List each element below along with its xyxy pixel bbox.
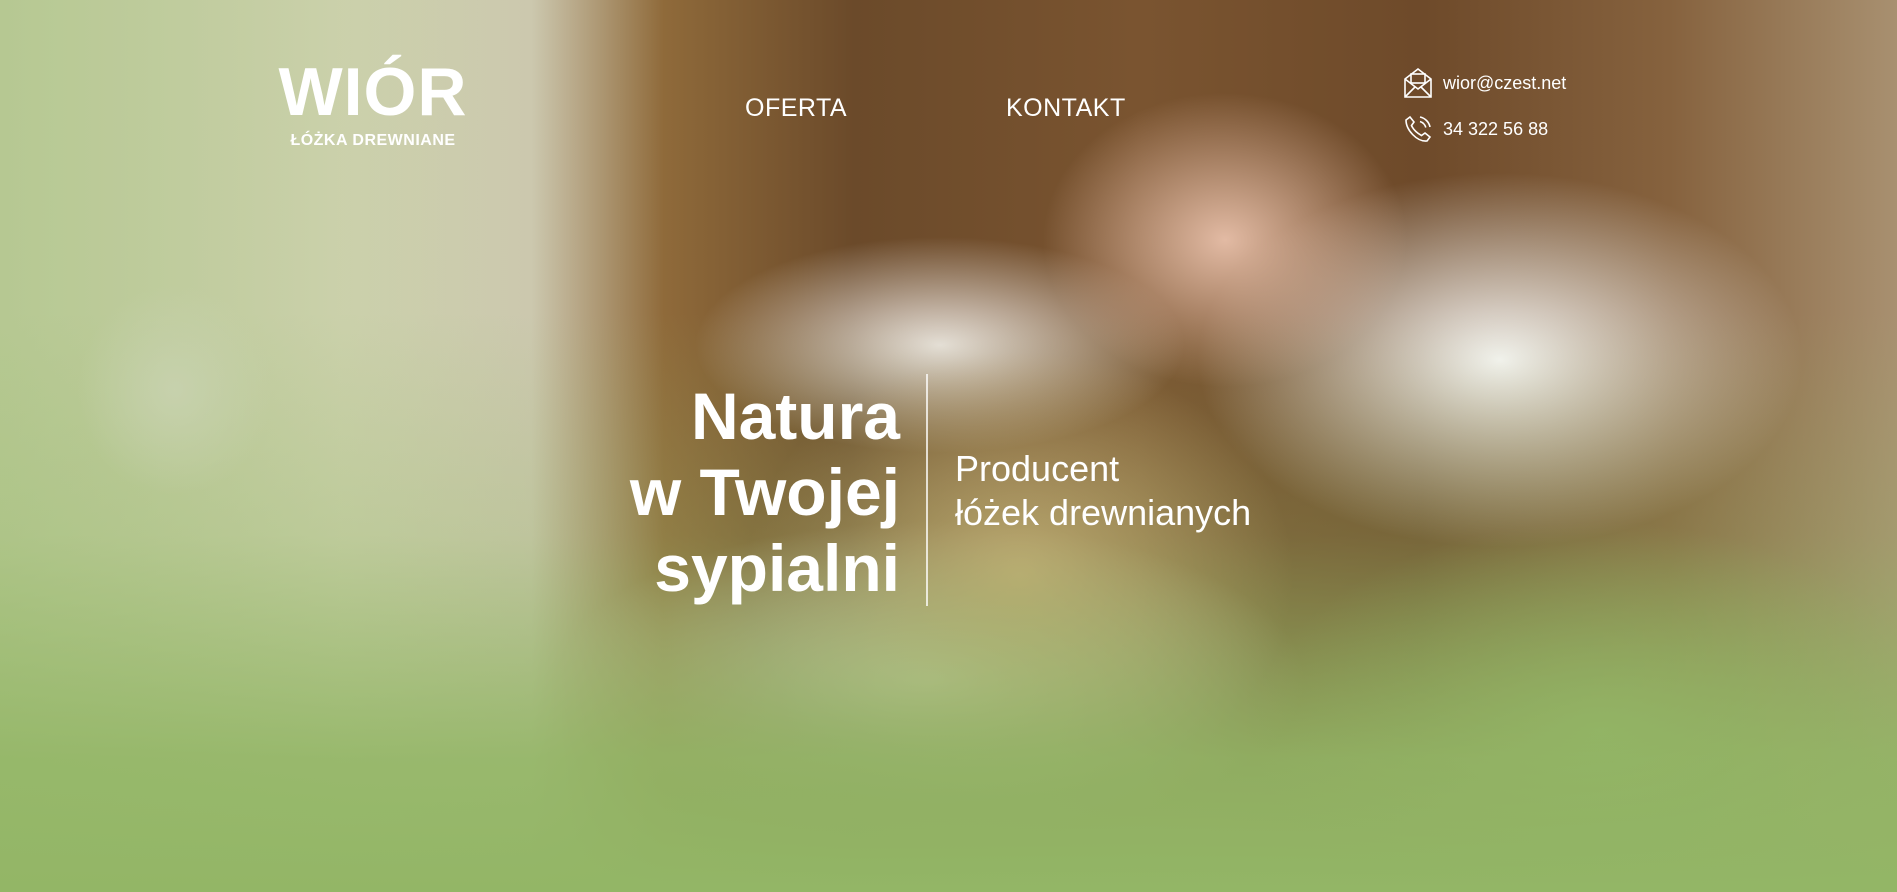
hero-tagline: Producent łóżek drewnianych bbox=[955, 447, 1251, 535]
tagline-line-2: łóżek drewnianych bbox=[955, 492, 1252, 533]
phone-icon bbox=[1405, 115, 1432, 142]
nav-item-kontakt[interactable]: KONTAKT bbox=[1006, 94, 1126, 123]
contact-email[interactable]: wior@czest.net bbox=[1443, 73, 1566, 94]
logo-title: WIÓR bbox=[278, 54, 468, 130]
hero-headline: Natura w Twojej sypialni bbox=[560, 378, 900, 606]
hero-section: WIÓR ŁÓŻKA DREWNIANE OFERTA KONTAKT wior… bbox=[0, 0, 1897, 892]
headline-line-2: w Twojej bbox=[629, 455, 900, 529]
headline-line-1: Natura bbox=[690, 379, 900, 453]
logo[interactable]: WIÓR ŁÓŻKA DREWNIANE bbox=[270, 58, 476, 150]
contact-phone[interactable]: 34 322 56 88 bbox=[1443, 119, 1548, 140]
headline-divider bbox=[926, 374, 928, 606]
tagline-line-1: Producent bbox=[955, 448, 1120, 489]
contact-email-row[interactable]: wior@czest.net bbox=[1403, 66, 1566, 100]
contact-phone-row[interactable]: 34 322 56 88 bbox=[1403, 112, 1566, 146]
headline-line-3: sypialni bbox=[654, 531, 900, 605]
contact-info: wior@czest.net 34 322 56 88 bbox=[1403, 66, 1566, 158]
nav-item-oferta[interactable]: OFERTA bbox=[745, 94, 847, 123]
envelope-icon bbox=[1404, 67, 1432, 98]
logo-subtitle: ŁÓŻKA DREWNIANE bbox=[290, 132, 456, 149]
